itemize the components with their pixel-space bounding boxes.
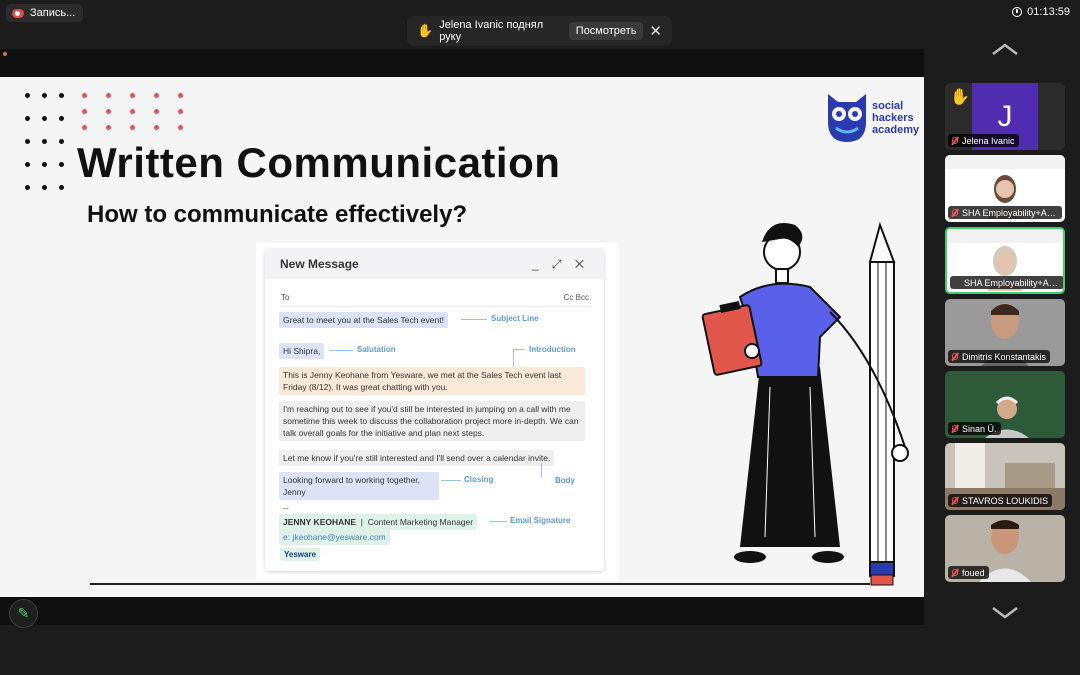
- subject-line: Great to meet you at the Sales Tech even…: [279, 312, 448, 328]
- signature-email: e: jkeohane@yesware.com: [279, 529, 390, 545]
- annotate-pencil-icon[interactable]: ✎: [9, 599, 38, 628]
- participant-tile[interactable]: SHA Employability+Adm...: [945, 155, 1065, 222]
- recording-label: Запись...: [30, 7, 76, 19]
- mic-off-icon: [952, 353, 958, 360]
- academy-logo: social hackers academy: [826, 92, 919, 144]
- timer-value: 01:13:59: [1027, 6, 1070, 18]
- status-dot: [3, 52, 7, 56]
- participant-name: Dimitris Konstantakis: [948, 350, 1051, 363]
- mic-off-icon: [952, 569, 958, 576]
- participant-tile[interactable]: Sinan Ü.: [945, 371, 1065, 438]
- participant-tile[interactable]: STAVROS LOUKIDIS: [945, 443, 1065, 510]
- mic-off-icon: [952, 497, 958, 504]
- tag-introduction: Introduction: [529, 345, 576, 354]
- participant-name: Jelena Ivanic: [948, 134, 1019, 147]
- recording-badge[interactable]: Запись...: [6, 4, 84, 22]
- participant-tile[interactable]: foued: [945, 515, 1065, 582]
- view-button[interactable]: Посмотреть: [568, 22, 644, 40]
- close-icon[interactable]: ✕: [649, 22, 662, 40]
- tag-body: Body: [555, 476, 575, 485]
- participant-name: SHA Employability+Adm...: [950, 276, 1063, 289]
- logo-text: social hackers academy: [872, 100, 920, 136]
- scroll-up-chevron-icon[interactable]: [991, 42, 1019, 56]
- tag-signature: Email Signature: [510, 516, 571, 525]
- slide-title: Written Communication: [77, 139, 561, 186]
- tag-salutation: Salutation: [357, 345, 396, 354]
- introduction-paragraph: This is Jenny Keohane from Yesware, we m…: [279, 367, 585, 395]
- to-row: To Cc Bcc: [281, 293, 589, 307]
- mic-off-icon: [952, 137, 958, 144]
- clock-icon: [1012, 7, 1023, 17]
- mic-off-icon: [952, 209, 958, 216]
- person-with-pencil-illustration: [701, 221, 909, 586]
- body-paragraph-1: I'm reaching out to see if you'd still b…: [279, 401, 585, 441]
- window-controls-icon: _ ⤢ ✕: [531, 256, 589, 271]
- scroll-down-chevron-icon[interactable]: [991, 606, 1019, 620]
- participant-tile[interactable]: Dimitris Konstantakis: [945, 299, 1065, 366]
- salutation: Hi Shipra,: [279, 343, 325, 359]
- shared-slide: Written Communication How to communicate…: [0, 77, 924, 597]
- share-bottom-bar: [0, 597, 924, 625]
- tag-subject: Subject Line: [491, 314, 539, 323]
- closing: Looking forward to working together, Jen…: [279, 472, 439, 500]
- email-window: New Message _ ⤢ ✕ To Cc Bcc Great to mee…: [265, 249, 604, 571]
- slide-subtitle: How to communicate effectively?: [87, 201, 468, 228]
- participant-tile[interactable]: J ✋ Jelena Ivanic: [945, 83, 1065, 150]
- tag-closing: Closing: [464, 475, 494, 484]
- signature-name: JENNY KEOHANE | Content Marketing Manage…: [279, 514, 478, 530]
- email-example-image: New Message _ ⤢ ✕ To Cc Bcc Great to mee…: [256, 243, 619, 581]
- mic-off-icon: [952, 425, 958, 432]
- meeting-timer: 01:13:59: [1012, 6, 1070, 18]
- notification-text: Jelena Ivanic поднял руку: [439, 19, 544, 43]
- email-header: New Message _ ⤢ ✕: [265, 249, 604, 279]
- decorative-dots-red: [82, 93, 183, 130]
- yesware-logo: Yesware: [280, 548, 321, 561]
- participant-tile-active-speaker[interactable]: SHA Employability+Adm...: [945, 227, 1065, 294]
- owl-logo-icon: [828, 94, 866, 142]
- raised-hand-icon: ✋: [417, 23, 434, 38]
- slide-baseline: [90, 583, 870, 585]
- participant-name: foued: [948, 566, 989, 579]
- participant-name: STAVROS LOUKIDIS: [948, 494, 1053, 507]
- share-top-bar: [0, 49, 924, 77]
- body-paragraph-2: Let me know if you're still interested a…: [279, 450, 555, 466]
- raise-hand-notification: ✋ Jelena Ivanic поднял руку Посмотреть ✕: [407, 16, 672, 46]
- video-thumbnail: [945, 155, 1065, 169]
- raised-hand-icon: ✋: [950, 89, 970, 106]
- decorative-dots-black: [25, 93, 64, 190]
- meeting-window: Запись... 01:13:59 ✋ Jelena Ivanic подня…: [0, 0, 1080, 675]
- participant-name: SHA Employability+Adm...: [948, 206, 1062, 219]
- participant-name: Sinan Ü.: [948, 422, 1001, 435]
- record-icon: [12, 8, 24, 18]
